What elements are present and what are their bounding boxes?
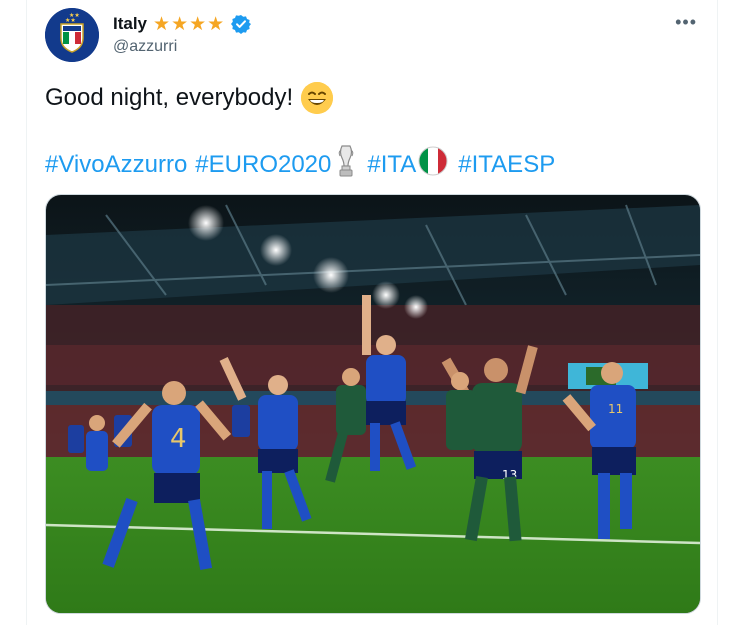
grinning-face-icon [301,82,334,114]
shirt-number: 11 [608,402,623,416]
tweet-text-content: Good night, everybody! [45,84,294,111]
trophy-icon [337,144,355,185]
star-rating: ★ ★ ★ ★ [153,15,224,34]
hashtag-link[interactable]: #EURO2020 [195,151,331,179]
hashtag-link[interactable]: #VivoAzzurro [45,151,187,179]
hashtag-link[interactable]: #ITA [367,151,416,179]
star-icon: ★ [171,13,189,35]
star-icon: ★ [189,13,207,35]
display-name[interactable]: Italy [113,14,147,34]
svg-text:★★: ★★ [69,12,80,19]
name-row: Italy ★ ★ ★ ★ [113,13,252,35]
star-icon: ★ [153,13,171,35]
user-handle[interactable]: @azzurri [113,38,177,56]
hashtag-line: #VivoAzzurro #EURO2020 #ITA #ITAESP [45,144,555,185]
tweet-photo[interactable]: 4 13 11 [45,194,701,614]
tweet-text: Good night, everybody! [45,82,334,114]
avatar[interactable]: ★★ ★★ [45,8,99,62]
stadium-photo: 4 13 11 [46,195,700,613]
more-options-icon[interactable]: ••• [675,12,697,33]
star-icon: ★ [207,13,225,35]
italy-flag-icon [418,146,448,183]
hashtag-link[interactable]: #ITAESP [458,151,555,179]
verified-badge-icon [231,14,252,34]
italy-crest-icon: ★★ ★★ [45,8,99,62]
tweet-card: ★★ ★★ Italy ★ ★ ★ ★ @azzurri ••• Good ni… [26,0,718,625]
shirt-number: 4 [170,424,187,454]
